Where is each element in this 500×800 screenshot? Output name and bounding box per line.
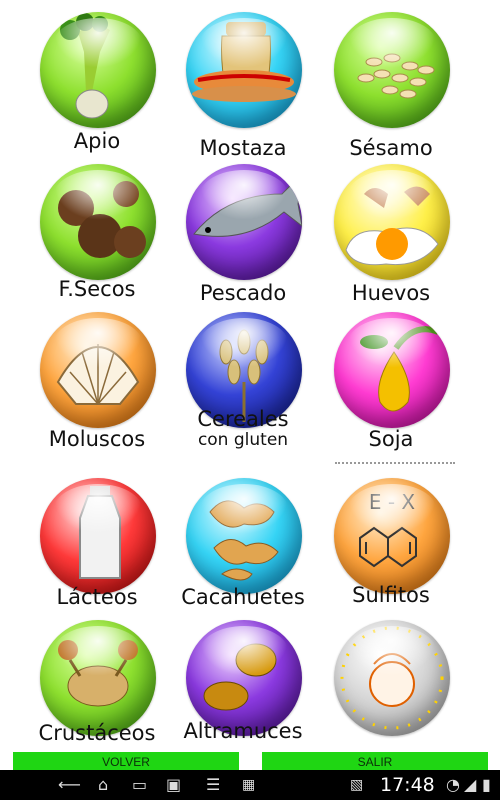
system-navigation-bar: ⟵ ⌂ ▭ ▣ ☰ ▦ ▧ 17:48 ◔ ◢ ▮ bbox=[0, 770, 500, 800]
sulfitos-orb[interactable]: E - X bbox=[334, 478, 450, 594]
tile-pescado[interactable]: Pescado bbox=[168, 158, 318, 308]
tile-label: F.Secos bbox=[58, 277, 136, 301]
tile-label: Moluscos bbox=[48, 427, 146, 451]
tile-sesamo[interactable]: Sésamo bbox=[316, 6, 466, 160]
info-coin-orb[interactable] bbox=[334, 620, 450, 736]
pescado-orb[interactable] bbox=[186, 164, 302, 280]
tile-fsecos[interactable]: F.Secos bbox=[22, 158, 172, 308]
image-icon: ▧ bbox=[350, 777, 364, 793]
tile-lacteos[interactable]: Lácteos bbox=[22, 472, 172, 622]
apio-orb[interactable] bbox=[40, 12, 156, 128]
back-icon[interactable]: ⟵ bbox=[58, 776, 81, 794]
tile-apio[interactable]: Apio bbox=[22, 6, 172, 156]
tile-crustaceos[interactable]: Crustáceos bbox=[22, 614, 172, 764]
fish-icon bbox=[193, 173, 302, 237]
shell-icon bbox=[56, 344, 140, 405]
sesamo-orb[interactable] bbox=[334, 12, 450, 128]
sd-card-icon: ▦ bbox=[242, 777, 256, 793]
crab-icon bbox=[58, 640, 138, 707]
battery-icon: ▮ bbox=[482, 775, 491, 794]
mustard-icon bbox=[192, 22, 296, 102]
tile-cacahuetes[interactable]: Cacahuetes bbox=[168, 472, 318, 622]
tile-label-line1: Cereales bbox=[197, 407, 289, 431]
home-icon[interactable]: ⌂ bbox=[98, 776, 108, 794]
sulfite-code-text: E - X bbox=[368, 490, 416, 514]
tile-label: Altramuces bbox=[183, 719, 303, 743]
signal-icon: ◢ bbox=[464, 775, 477, 794]
celery-icon bbox=[60, 13, 110, 119]
tile-soja[interactable]: Soja bbox=[316, 306, 466, 456]
tile-altramuces[interactable]: Altramuces bbox=[168, 614, 318, 764]
screenshot-icon[interactable]: ▣ bbox=[166, 776, 181, 794]
lacteos-orb[interactable] bbox=[40, 478, 156, 594]
moluscos-orb[interactable] bbox=[40, 312, 156, 428]
cacahuetes-orb[interactable] bbox=[186, 478, 302, 594]
milk-bottle-icon bbox=[79, 486, 121, 579]
soja-orb[interactable] bbox=[334, 312, 450, 428]
tile-label: Sésamo bbox=[349, 136, 433, 160]
tile-sulfitos[interactable]: E - X Sulfitos bbox=[316, 472, 466, 622]
mostaza-orb[interactable] bbox=[186, 12, 302, 128]
tile-label: Huevos bbox=[351, 281, 431, 305]
chef-coin-icon bbox=[340, 626, 444, 730]
crustaceos-orb[interactable] bbox=[40, 620, 156, 736]
action-bar: VOLVER SALIR bbox=[0, 748, 500, 770]
allergen-grid: Apio Mostaza Sésamo F.Secos Pescado Huev… bbox=[0, 0, 500, 748]
tile-label: Crustáceos bbox=[38, 721, 156, 745]
fsecos-orb[interactable] bbox=[40, 164, 156, 280]
sesame-seeds-icon bbox=[357, 53, 435, 99]
wifi-icon: ◔ bbox=[446, 775, 460, 794]
tile-label: Apio bbox=[73, 129, 121, 153]
tile-label: Pescado bbox=[199, 281, 287, 305]
nuts-icon bbox=[58, 181, 146, 258]
peanut-icon bbox=[209, 500, 279, 581]
salir-button[interactable]: SALIR bbox=[262, 752, 488, 770]
tile-label: Cacahuetes bbox=[181, 585, 305, 609]
huevos-orb[interactable] bbox=[334, 164, 450, 280]
tile-label: Sulfitos bbox=[352, 583, 430, 607]
divider bbox=[335, 462, 455, 466]
egg-icon bbox=[345, 186, 439, 266]
tile-label-line2: con gluten bbox=[197, 430, 289, 450]
tile-info[interactable] bbox=[316, 614, 466, 764]
volver-button[interactable]: VOLVER bbox=[13, 752, 239, 770]
tile-mostaza[interactable]: Mostaza bbox=[168, 6, 318, 160]
tile-huevos[interactable]: Huevos bbox=[316, 158, 466, 308]
tile-label: Mostaza bbox=[199, 136, 287, 160]
menu-icon[interactable]: ☰ bbox=[206, 776, 220, 794]
tile-moluscos[interactable]: Moluscos bbox=[22, 306, 172, 456]
tile-label: Lácteos bbox=[56, 585, 138, 609]
soy-oil-drop-icon bbox=[360, 326, 440, 412]
recent-apps-icon[interactable]: ▭ bbox=[132, 776, 147, 794]
tile-label: Soja bbox=[368, 427, 414, 451]
clock: 17:48 bbox=[380, 774, 435, 796]
tile-cereales[interactable]: Cereales con gluten bbox=[168, 306, 318, 456]
